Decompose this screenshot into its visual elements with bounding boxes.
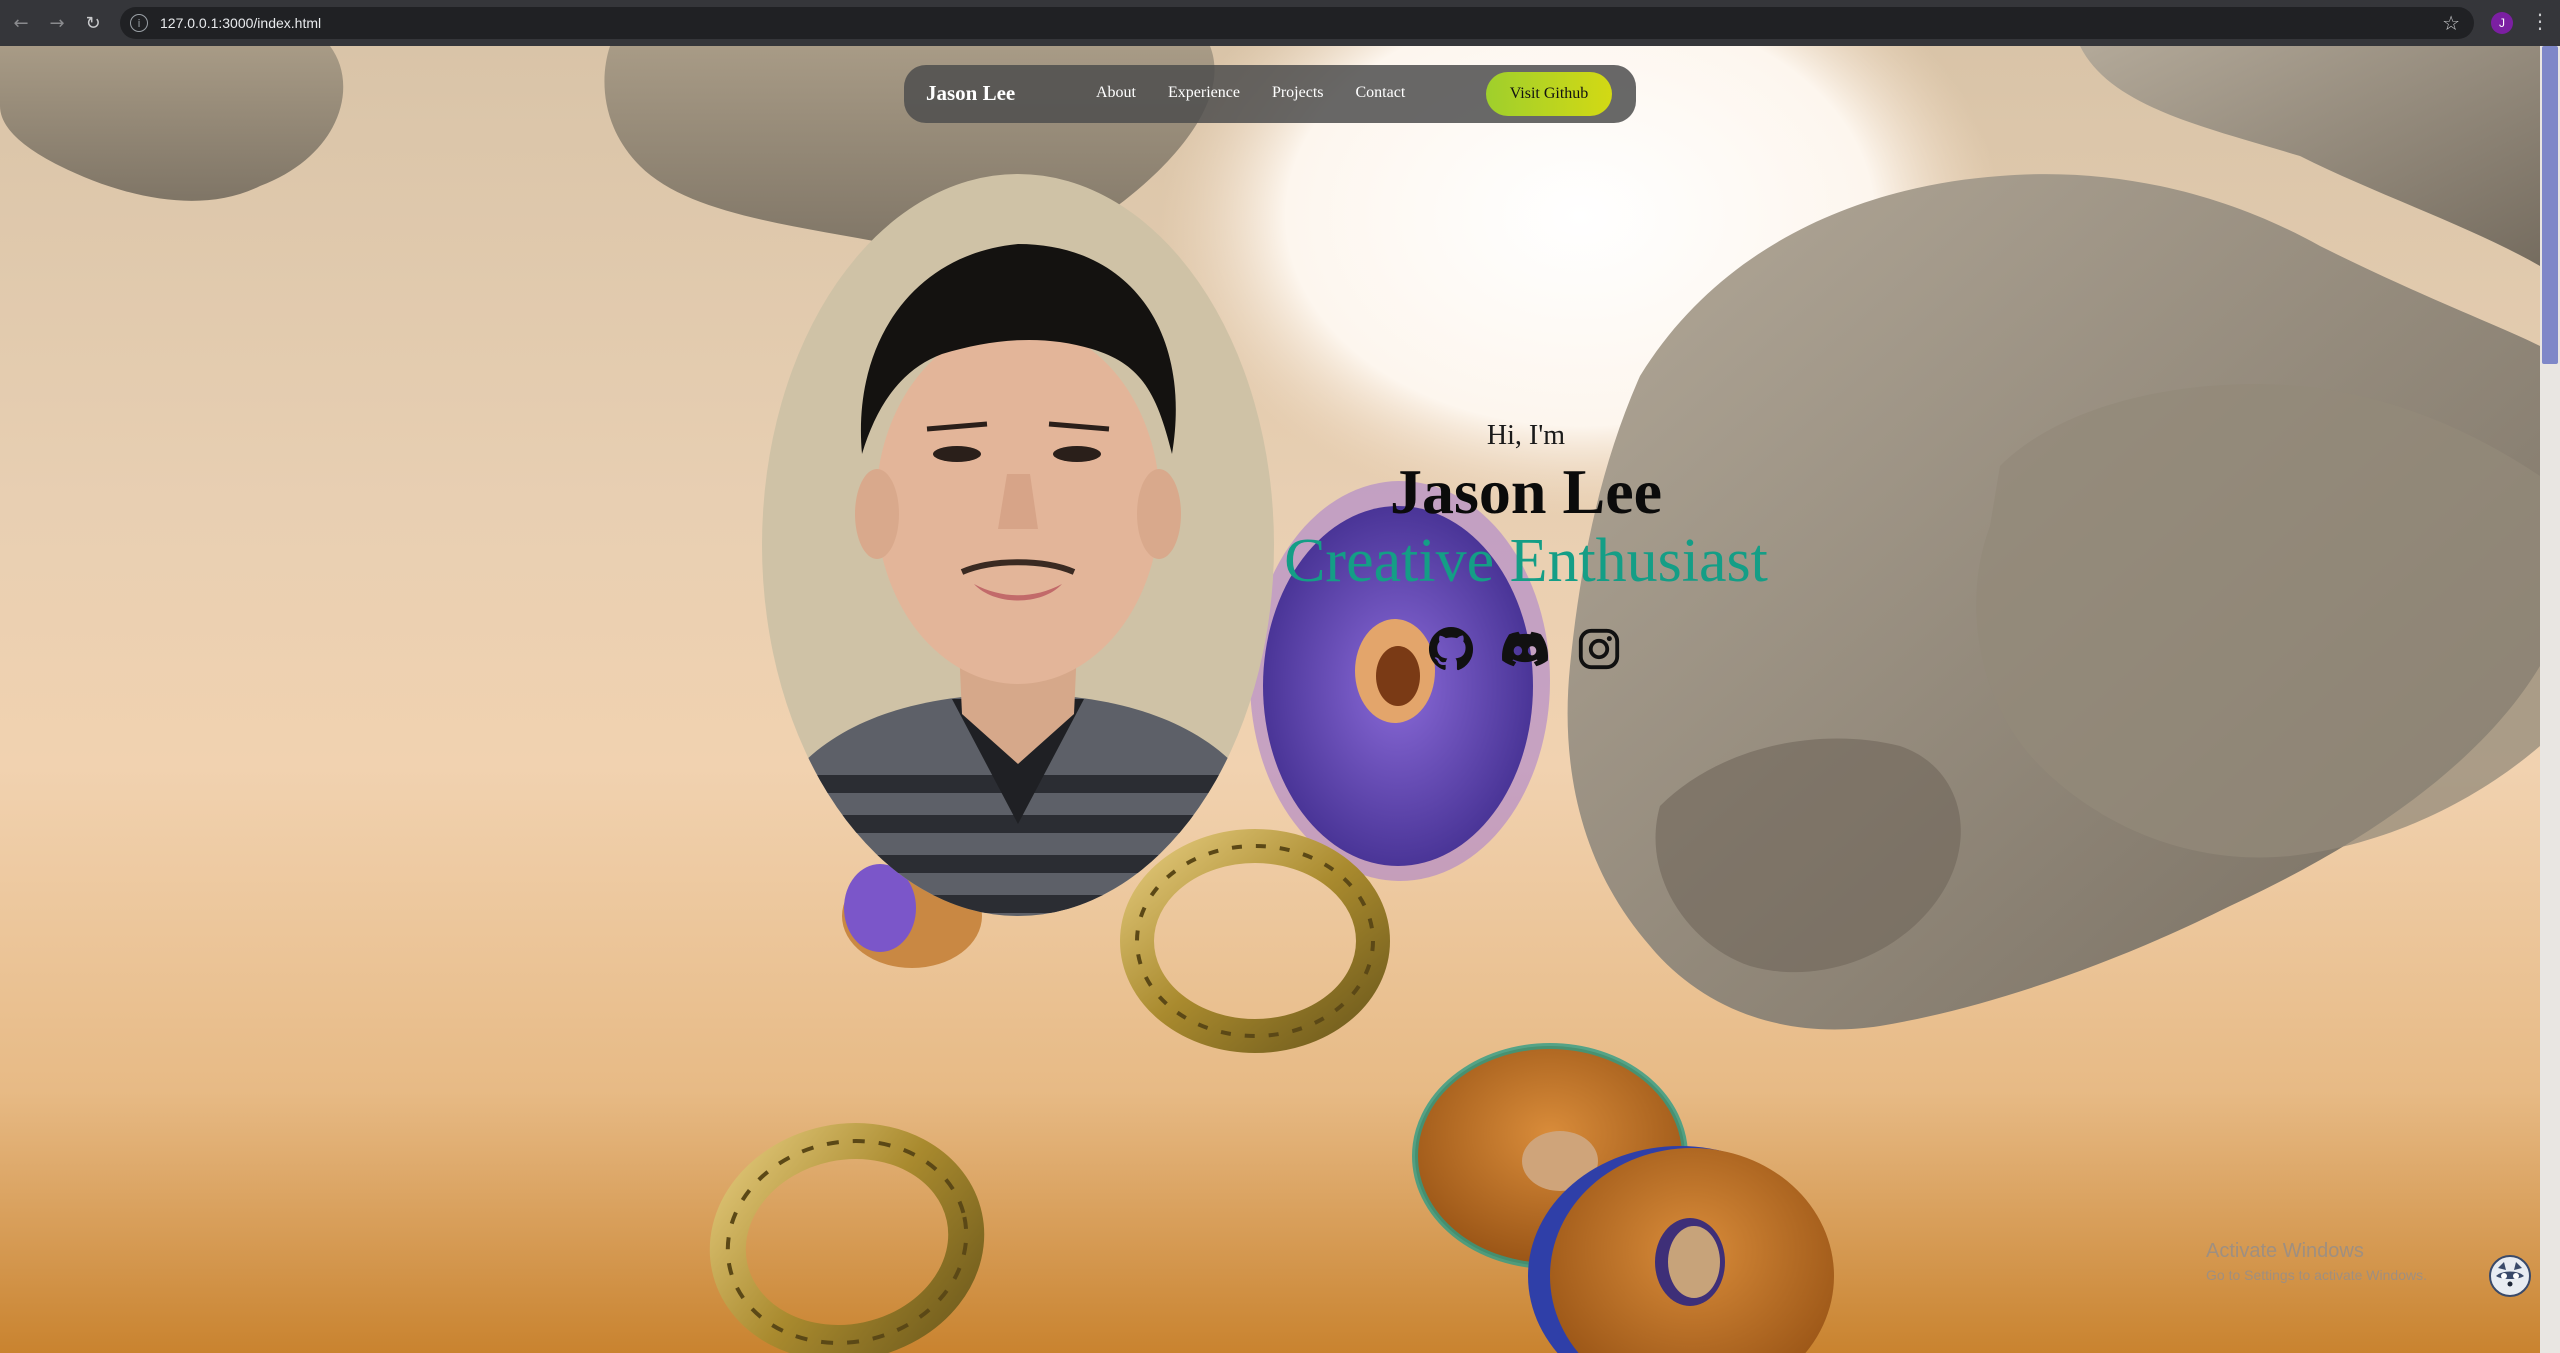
forward-button[interactable]: →	[42, 8, 72, 38]
watermark-subtitle: Go to Settings to activate Windows.	[2206, 1267, 2427, 1283]
visit-github-button[interactable]: Visit Github	[1486, 72, 1612, 116]
hero-role: Creative Enthusiast	[1284, 527, 1768, 595]
rock-shape	[0, 46, 344, 201]
browser-toolbar: ← → ↻ i 127.0.0.1:3000/index.html ☆ J ⋮	[0, 0, 2560, 46]
page-viewport: Jason Lee About Experience Projects Cont…	[0, 46, 2540, 1353]
hero-greeting: Hi, I'm	[1486, 420, 1566, 451]
nav-link-experience[interactable]: Experience	[1168, 84, 1240, 102]
portrait-image	[762, 174, 1274, 916]
url-text[interactable]: 127.0.0.1:3000/index.html	[160, 15, 321, 31]
back-button[interactable]: ←	[6, 8, 36, 38]
reload-icon: ↻	[85, 12, 101, 34]
arrow-left-icon: ←	[13, 12, 29, 34]
star-icon[interactable]: ☆	[2442, 11, 2460, 35]
instagram-icon[interactable]	[1576, 626, 1622, 672]
github-icon[interactable]	[1428, 626, 1474, 672]
info-icon[interactable]: i	[130, 14, 148, 32]
watermark-title: Activate Windows	[2206, 1240, 2364, 1262]
donut-shape	[709, 1123, 985, 1353]
raccoon-assistant-icon[interactable]	[2488, 1254, 2532, 1298]
profile-avatar[interactable]: J	[2491, 12, 2513, 34]
discord-icon[interactable]	[1502, 626, 1548, 672]
donut-shape	[1668, 1226, 1720, 1298]
arrow-right-icon: →	[49, 12, 65, 34]
kebab-menu-icon[interactable]: ⋮	[2530, 9, 2550, 33]
windows-activation-watermark: Activate Windows Go to Settings to activ…	[2206, 1240, 2427, 1283]
address-bar[interactable]: i 127.0.0.1:3000/index.html ☆	[120, 7, 2474, 39]
social-links	[1428, 626, 1622, 672]
nav-links: About Experience Projects Contact	[1096, 84, 1437, 102]
3d-background-scene	[0, 46, 2540, 1353]
nav-link-about[interactable]: About	[1096, 84, 1136, 102]
nav-link-contact[interactable]: Contact	[1356, 84, 1406, 102]
scrollbar-thumb[interactable]	[2542, 46, 2558, 364]
donut-shape	[1376, 646, 1420, 706]
profile-portrait	[762, 174, 1274, 916]
site-navbar: Jason Lee About Experience Projects Cont…	[904, 65, 1636, 123]
nav-link-projects[interactable]: Projects	[1272, 84, 1324, 102]
reload-button[interactable]: ↻	[78, 8, 108, 38]
hero-name: Jason Lee	[1390, 456, 1662, 527]
brand-logo[interactable]: Jason Lee	[926, 81, 1015, 106]
